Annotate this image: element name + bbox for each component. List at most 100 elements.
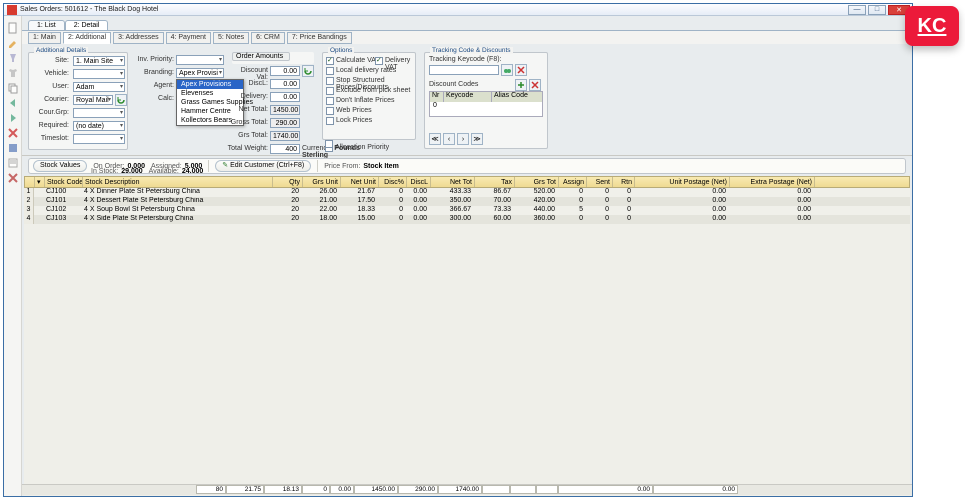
top-tabs: 1: List 2: Detail [22, 16, 912, 30]
totalw-input[interactable]: 400 [270, 144, 300, 154]
right-icon[interactable] [7, 112, 19, 124]
hdr-grs-unit[interactable]: Grs Unit [303, 177, 341, 187]
details-pane: Additional Details Site: 1. Main Site Ve… [22, 44, 912, 156]
stop-structured-check[interactable] [326, 77, 334, 85]
maximize-button[interactable]: □ [868, 5, 886, 15]
tab-addresses[interactable]: 3: Addresses [113, 32, 163, 44]
local-delivery-check[interactable] [326, 67, 334, 75]
hdr-sent[interactable]: Sent [587, 177, 613, 187]
sales-order-window: Sales Orders: 501612 - The Black Dog Hot… [3, 3, 913, 497]
save-icon[interactable] [7, 142, 19, 154]
hdr-tax[interactable]: Tax [475, 177, 515, 187]
calculate-vat-label: Calculate VAT [336, 57, 380, 64]
user-combo[interactable]: Adam [73, 82, 125, 92]
courier-label: Courier: [44, 96, 69, 103]
courgrp-combo[interactable] [73, 108, 125, 118]
disc-next-button[interactable]: › [457, 133, 469, 145]
discount-codes-label: Discount Codes [429, 81, 478, 88]
discount-delete-button[interactable] [529, 79, 541, 91]
foot-up: 0.00 [558, 485, 653, 494]
hdr-stock-desc[interactable]: Stock Description [83, 177, 273, 187]
tab-detail[interactable]: 2: Detail [65, 20, 109, 30]
tab-main[interactable]: 1: Main [28, 32, 61, 44]
tab-additional[interactable]: 2: Additional [63, 32, 111, 44]
exclude-pick-check[interactable] [326, 87, 334, 95]
delivery-input[interactable]: 0.00 [270, 92, 300, 102]
tab-price-bandings[interactable]: 7: Price Bandings [287, 32, 352, 44]
line-items-grid[interactable]: ▾ Stock Code Stock Description Qty Grs U… [24, 176, 910, 496]
hdr-unit-postage[interactable]: Unit Postage (Net) [635, 177, 730, 187]
tab-notes[interactable]: 5: Notes [213, 32, 249, 44]
lock-prices-check[interactable] [326, 117, 334, 125]
calculate-vat-check[interactable] [326, 57, 334, 65]
disc-prev-button[interactable]: ‹ [443, 133, 455, 145]
edit-icon[interactable] [7, 37, 19, 49]
web-prices-check[interactable] [326, 107, 334, 115]
hdr-grs-tot[interactable]: Grs Tot [515, 177, 559, 187]
branding-combo[interactable]: Apex Provisi [176, 68, 224, 78]
left-icon[interactable] [7, 97, 19, 109]
table-row[interactable]: 4CJ1034 X Side Plate St Petersburg China… [24, 215, 910, 224]
disc-first-button[interactable]: ≪ [429, 133, 441, 145]
required-combo[interactable]: (no date) [73, 121, 125, 131]
hdr-assign[interactable]: Assign [559, 177, 587, 187]
tab-crm[interactable]: 6: CRM [251, 32, 285, 44]
keycode-input[interactable] [429, 65, 499, 75]
delete-icon[interactable] [7, 127, 19, 139]
hdr-disc[interactable]: DiscL [407, 177, 431, 187]
stock-values-button[interactable]: Stock Values [33, 160, 87, 172]
copy-icon[interactable] [7, 82, 19, 94]
table-row[interactable]: 3CJ1024 X Soup Bowl St Petersburg China2… [24, 206, 910, 215]
ntotal-label: Net Total: [228, 106, 268, 113]
discl-input[interactable]: 0.00 [270, 79, 300, 89]
foot-ep: 0.00 [653, 485, 738, 494]
courier-combo[interactable]: Royal Mail [73, 95, 113, 105]
hdr-qty[interactable]: Qty [273, 177, 303, 187]
discount-grid[interactable]: Nr Keycode Alias Code 0 [429, 91, 543, 117]
user-label: User: [52, 83, 69, 90]
discval-input[interactable]: 0.00 [270, 66, 300, 76]
discval-refresh-button[interactable] [302, 65, 314, 77]
shirt-icon[interactable] [7, 67, 19, 79]
foot-dpc: 0 [302, 485, 330, 494]
table-row[interactable]: 1CJ1004 X Dinner Plate St Petersburg Chi… [24, 188, 910, 197]
discount-add-button[interactable] [515, 79, 527, 91]
table-row[interactable]: 2CJ1014 X Dessert Plate St Petersburg Ch… [24, 197, 910, 206]
delivery-label: Delivery: [228, 93, 268, 100]
tab-payment[interactable]: 4: Payment [166, 32, 211, 44]
hdr-net-unit[interactable]: Net Unit [341, 177, 379, 187]
keycode-delete-button[interactable] [515, 64, 527, 76]
calc-label: Calc: [132, 95, 174, 102]
courier-refresh-button[interactable] [115, 94, 127, 106]
discl-label: DiscL: [228, 80, 268, 87]
grid-body: 1CJ1004 X Dinner Plate St Petersburg Chi… [24, 188, 910, 224]
invpriority-combo[interactable] [176, 55, 224, 65]
order-amounts-legend-bar: Order Amounts [232, 52, 314, 64]
hdr-disc-pct[interactable]: Disc% [379, 177, 407, 187]
keycode-find-button[interactable] [501, 64, 513, 76]
glass-icon[interactable] [7, 52, 19, 64]
cancel-icon[interactable] [7, 172, 19, 184]
foot-gru: 21.75 [226, 485, 264, 494]
site-combo[interactable]: 1. Main Site [73, 56, 125, 66]
hdr-stock-code[interactable]: Stock Code [45, 177, 83, 187]
minimize-button[interactable]: — [848, 5, 866, 15]
tab-list[interactable]: 1: List [28, 20, 65, 30]
hdr-extra-postage[interactable]: Extra Postage (Net) [730, 177, 815, 187]
stotal-label: Gross Total: [228, 119, 268, 126]
hdr-rtn[interactable]: Rtn [613, 177, 635, 187]
delivery-vat-check[interactable] [375, 57, 383, 65]
allocation-priority-check2[interactable] [325, 140, 333, 148]
window-titlebar: Sales Orders: 501612 - The Black Dog Hot… [4, 4, 912, 16]
disc-last-button[interactable]: ≫ [471, 133, 483, 145]
courgrp-label: Cour.Grp: [39, 109, 69, 116]
dont-inflate-check[interactable] [326, 97, 334, 105]
invpriority-label: Inv. Priority: [132, 56, 174, 63]
new-icon[interactable] [7, 22, 19, 34]
vehicle-combo[interactable] [73, 69, 125, 79]
edit-customer-button[interactable]: ✎ Edit Customer (Ctrl+F8) [215, 160, 311, 172]
timeslot-combo[interactable] [73, 134, 125, 144]
grid-footer: 80 21.75 18.13 0 0.00 1450.00 290.00 174… [22, 484, 912, 495]
list-icon[interactable] [7, 157, 19, 169]
hdr-net-tot[interactable]: Net Tot [431, 177, 475, 187]
